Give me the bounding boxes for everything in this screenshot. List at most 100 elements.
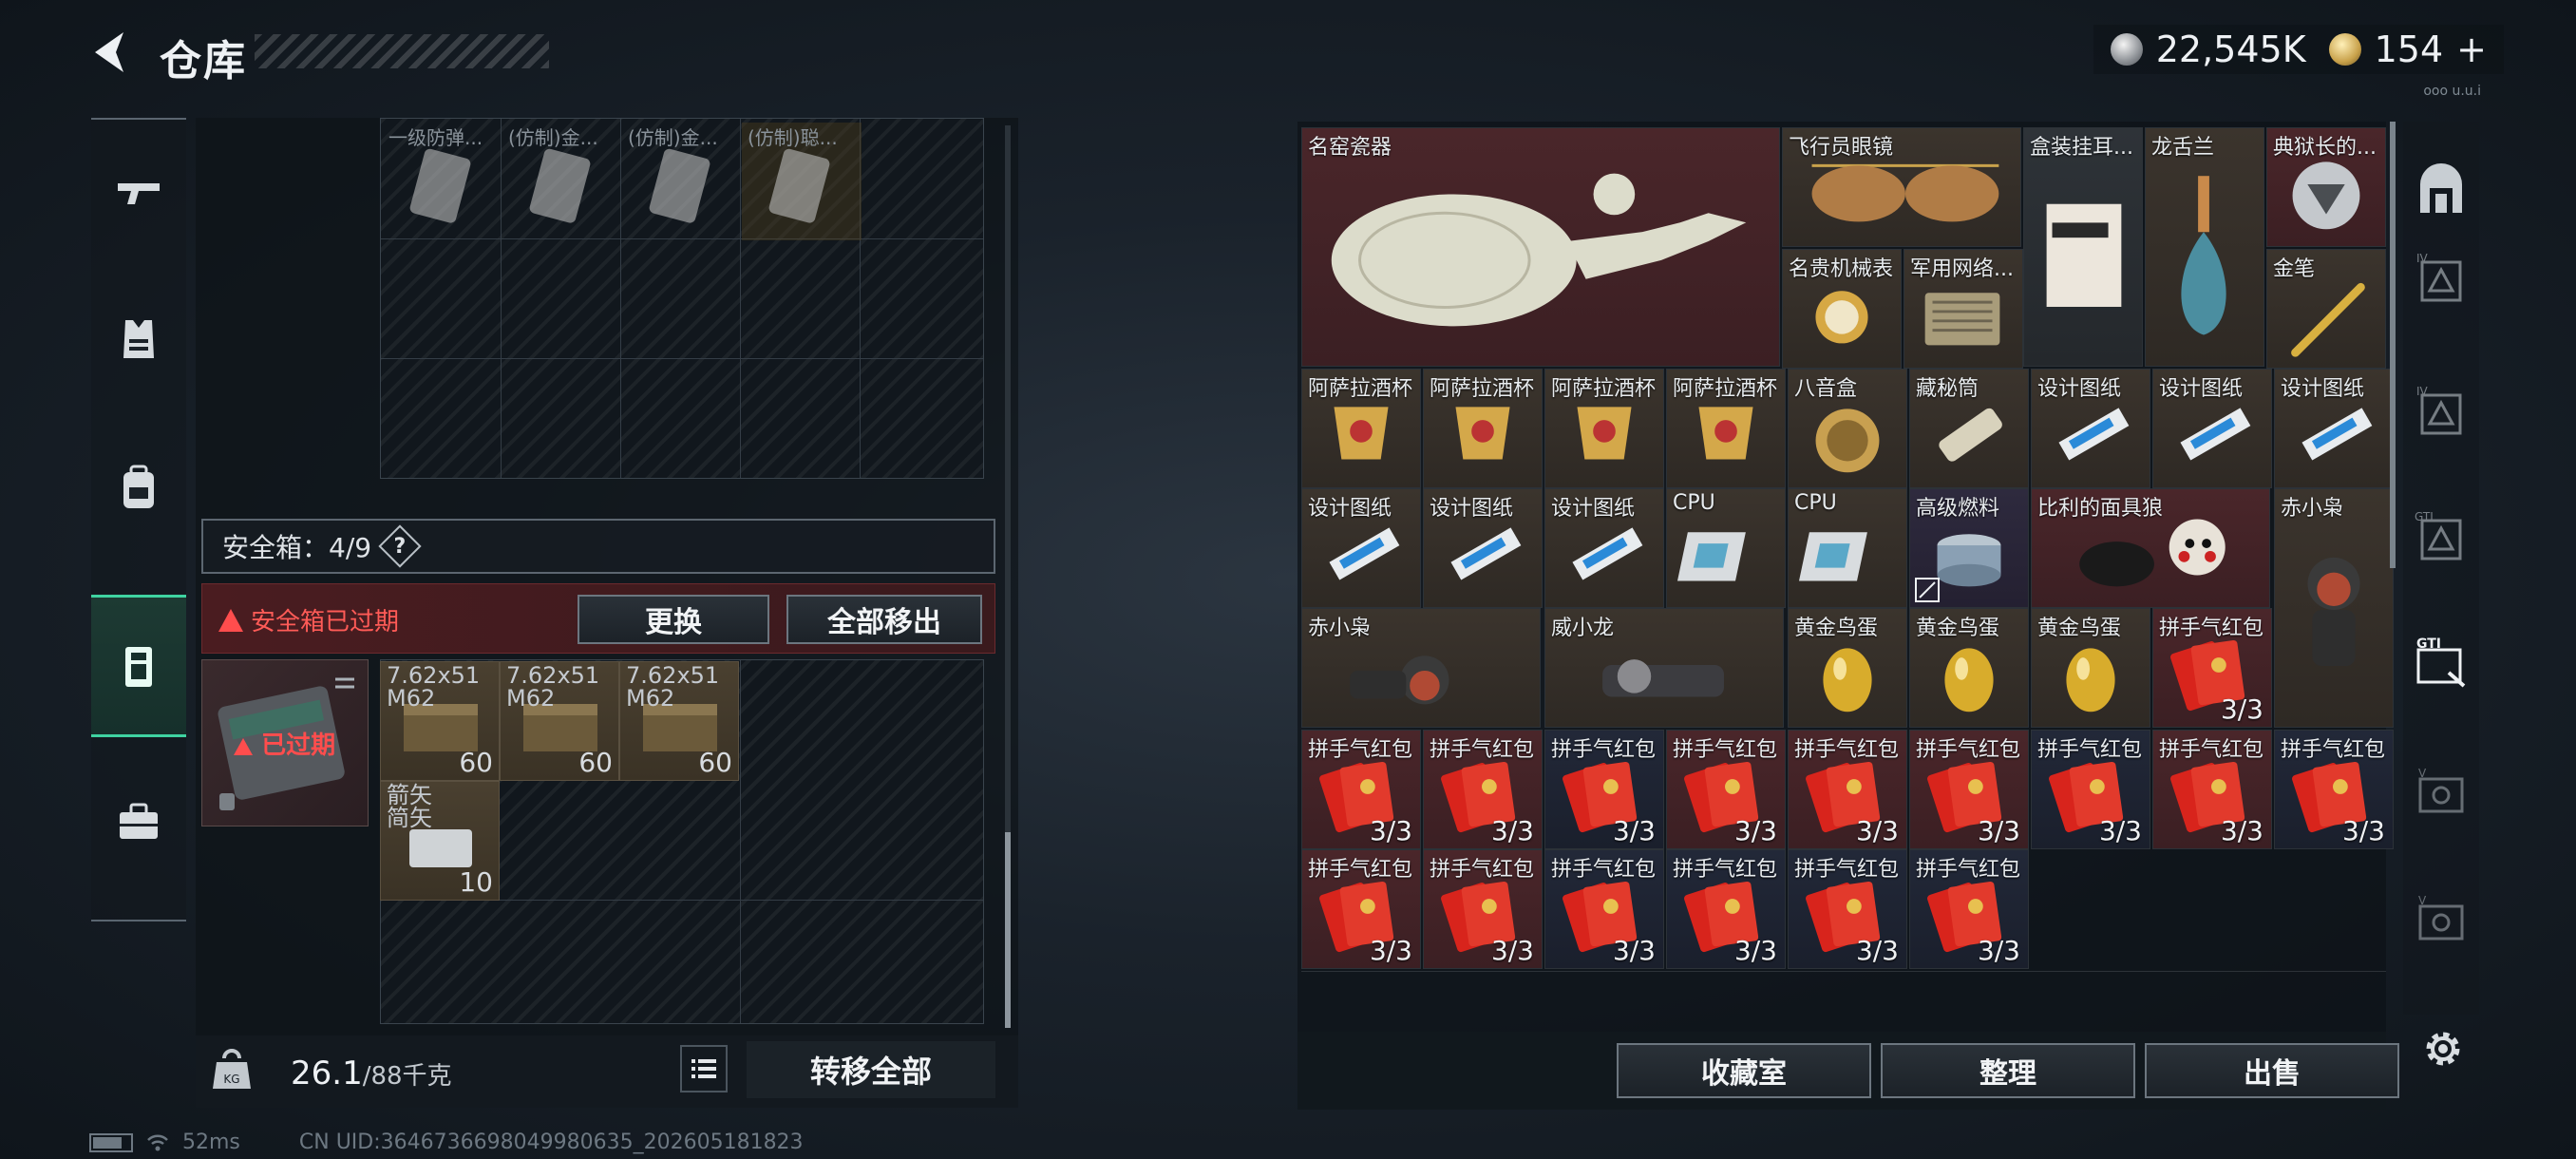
- item-red-packet[interactable]: 拼手气红包 3/3: [1788, 849, 1907, 969]
- nav-toolbox[interactable]: [91, 750, 186, 893]
- backpack-scroll-thumb[interactable]: [1005, 832, 1011, 1028]
- item-luxury-watch[interactable]: 名贵机械表: [1782, 249, 1902, 369]
- item-billy-mask[interactable]: 比利的面具狼: [2031, 488, 2270, 608]
- item-gentian[interactable]: 龙舌兰: [2145, 127, 2264, 367]
- item-asala-cup[interactable]: 阿萨拉酒杯: [1301, 369, 1421, 488]
- item-weixiaolong[interactable]: 威小龙: [1544, 608, 1784, 728]
- porcelain-vase-icon: [1331, 173, 1747, 327]
- tier-label: GTI: [2415, 510, 2434, 523]
- nav-weapons[interactable]: [91, 120, 186, 262]
- item-blueprint[interactable]: 设计图纸: [1301, 488, 1421, 608]
- item-red-packet[interactable]: 拼手气红包 3/3: [2152, 730, 2272, 849]
- item-red-packet[interactable]: 拼手气红包 3/3: [1666, 730, 1786, 849]
- backpack-item[interactable]: (仿制)金...: [622, 123, 742, 240]
- item-blueprint[interactable]: 设计图纸: [1544, 488, 1664, 608]
- sell-button[interactable]: 出售: [2145, 1043, 2399, 1098]
- warehouse-tab-main[interactable]: [2413, 163, 2470, 220]
- back-button[interactable]: [87, 28, 135, 76]
- safe-box-capacity: 安全箱：4/9: [222, 532, 372, 563]
- backpack-item[interactable]: (仿制)金...: [502, 123, 622, 240]
- item-label: 拼手气红包: [1673, 858, 1778, 882]
- item-red-packet[interactable]: 拼手气红包 3/3: [1909, 730, 2029, 849]
- item-vase[interactable]: 名窑瓷器: [1301, 127, 1780, 367]
- ammo-item[interactable]: 箭矢 简矢 10: [380, 781, 500, 901]
- item-blueprint[interactable]: 设计图纸: [2152, 369, 2272, 488]
- replace-button[interactable]: 更换: [578, 595, 769, 644]
- item-count: 3/3: [1855, 815, 1899, 846]
- safe-box-header: 安全箱：4/9 ?: [201, 519, 995, 574]
- item-label: 设计图纸: [2281, 377, 2365, 401]
- item-asala-cup[interactable]: 阿萨拉酒杯: [1666, 369, 1786, 488]
- item-golden-egg[interactable]: 黄金鸟蛋: [1909, 608, 2029, 728]
- item-asala-cup[interactable]: 阿萨拉酒杯: [1544, 369, 1664, 488]
- warehouse-tab-gti-a[interactable]: GTI: [2413, 507, 2470, 564]
- item-hidden-tube[interactable]: 藏秘筒: [1909, 369, 2029, 488]
- item-aviator-glasses[interactable]: 飞行员眼镜: [1782, 127, 2021, 247]
- item-premium-fuel[interactable]: 高级燃料: [1909, 488, 2029, 608]
- ammo-item[interactable]: 7.62x51 M62 60: [619, 661, 739, 781]
- item-cpu[interactable]: CPU: [1788, 488, 1907, 608]
- warehouse-tab-iv-a[interactable]: IV: [2413, 249, 2470, 306]
- warehouse-tab-v-b[interactable]: V: [2413, 891, 2470, 948]
- item-red-owl-figure[interactable]: 赤小枭: [1301, 608, 1541, 728]
- item-red-packet[interactable]: 拼手气红包 3/3: [1666, 849, 1786, 969]
- item-red-packet[interactable]: 拼手气红包 3/3: [2152, 608, 2272, 728]
- item-red-packet[interactable]: 拼手气红包 3/3: [2274, 730, 2394, 849]
- settings-button[interactable]: [2420, 1026, 2466, 1072]
- item-red-packet[interactable]: 拼手气红包 3/3: [1544, 849, 1664, 969]
- item-music-box[interactable]: 八音盒: [1788, 369, 1907, 488]
- backpack-grid[interactable]: 一级防弹... (仿制)金... (仿制)金... (仿制)聪...: [380, 118, 984, 479]
- tier-label: GTI: [2416, 636, 2441, 652]
- nav-backpack[interactable]: [91, 416, 186, 559]
- warehouse-tab-gti-b[interactable]: GTI: [2413, 635, 2470, 692]
- version-tag: ooo u.u.i: [2423, 84, 2481, 99]
- item-red-packet[interactable]: 拼手气红包 3/3: [1301, 849, 1421, 969]
- warehouse-tab-v-a[interactable]: V: [2413, 764, 2470, 821]
- warehouse-tab-iv-b[interactable]: IV: [2413, 382, 2470, 439]
- item-red-packet[interactable]: 拼手气红包 3/3: [1788, 730, 1907, 849]
- item-golden-egg[interactable]: 黄金鸟蛋: [2031, 608, 2150, 728]
- list-view-button[interactable]: [680, 1045, 728, 1092]
- item-blueprint[interactable]: 设计图纸: [2274, 369, 2394, 488]
- item-golden-egg[interactable]: 黄金鸟蛋: [1788, 608, 1907, 728]
- weight-max: /88千克: [362, 1062, 452, 1091]
- item-red-owl[interactable]: 赤小枭: [2274, 488, 2394, 728]
- transfer-all-button[interactable]: 转移全部: [747, 1041, 995, 1098]
- item-label: 拼手气红包: [1916, 858, 2021, 882]
- collection-room-button[interactable]: 收藏室: [1617, 1043, 1871, 1098]
- ammo-item[interactable]: 7.62x51 M62 60: [500, 661, 619, 781]
- item-gold-pen[interactable]: 金笔: [2266, 249, 2386, 369]
- item-red-packet[interactable]: 拼手气红包 3/3: [1423, 849, 1543, 969]
- help-icon[interactable]: ?: [378, 524, 422, 568]
- item-label: 黄金鸟蛋: [2037, 617, 2122, 640]
- remove-all-button[interactable]: 全部移出: [786, 595, 982, 644]
- backpack-item[interactable]: 一级防弹...: [383, 123, 502, 240]
- backpack-item[interactable]: (仿制)聪...: [742, 123, 862, 240]
- ping-readout: 52ms: [182, 1130, 240, 1154]
- sort-button[interactable]: 整理: [1881, 1043, 2135, 1098]
- item-warden-badge[interactable]: 典狱长的...: [2266, 127, 2386, 247]
- item-blueprint[interactable]: 设计图纸: [1423, 488, 1543, 608]
- item-red-packet[interactable]: 拼手气红包 3/3: [1423, 730, 1543, 849]
- item-label: 阿萨拉酒杯: [1430, 377, 1535, 401]
- add-currency-button[interactable]: +: [2456, 28, 2487, 70]
- title-decoration: [255, 34, 549, 68]
- item-cpu[interactable]: CPU: [1666, 488, 1786, 608]
- ammo-item[interactable]: 7.62x51 M62 60: [380, 661, 500, 781]
- item-boxed-earring[interactable]: 盒装挂耳...: [2023, 127, 2143, 367]
- nav-armor[interactable]: [91, 268, 186, 410]
- item-red-packet[interactable]: 拼手气红包 3/3: [1544, 730, 1664, 849]
- item-military-router[interactable]: 军用网络...: [1904, 249, 2023, 369]
- item-red-packet[interactable]: 拼手气红包 3/3: [1909, 849, 2029, 969]
- item-blueprint[interactable]: 设计图纸: [2031, 369, 2150, 488]
- warehouse-scrollbar[interactable]: [2390, 122, 2396, 568]
- hooded-figure-icon: [2307, 557, 2360, 667]
- tier-label: IV: [2416, 385, 2429, 398]
- item-count: 3/3: [1612, 815, 1656, 846]
- item-red-packet[interactable]: 拼手气红包 3/3: [1301, 730, 1421, 849]
- item-label: 拼手气红包: [1430, 738, 1535, 762]
- item-asala-cup[interactable]: 阿萨拉酒杯: [1423, 369, 1543, 488]
- bottle-icon: [2181, 176, 2226, 335]
- item-red-packet[interactable]: 拼手气红包 3/3: [2031, 730, 2150, 849]
- nav-safe-box[interactable]: [91, 595, 186, 737]
